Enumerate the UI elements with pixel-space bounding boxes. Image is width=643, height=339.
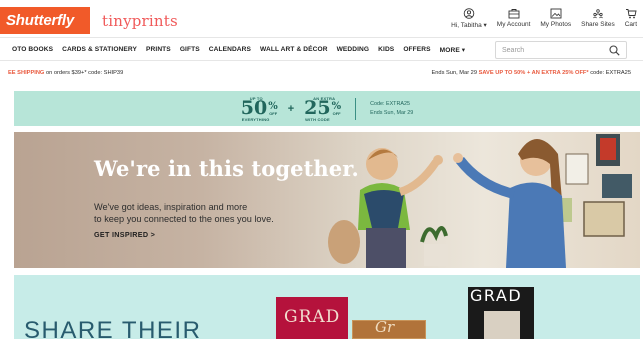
sale-code: code: EXTRA25	[588, 70, 631, 76]
nav-offers[interactable]: OFFERS	[403, 46, 430, 54]
offer-percent-50: 50	[240, 97, 268, 119]
free-shipping-label: EE SHIPPING	[8, 70, 45, 76]
nav-kids[interactable]: KIDS	[378, 46, 394, 54]
search-icon[interactable]	[609, 44, 620, 56]
offer-everything: UP TO 50 % OFF EVERYTHING	[240, 96, 278, 122]
shutterfly-logo[interactable]: Shutterfly	[0, 7, 90, 34]
nav-gifts[interactable]: GIFTS	[180, 46, 200, 54]
briefcase-icon	[508, 9, 520, 19]
cart-link[interactable]: Cart	[625, 8, 637, 29]
nav-photo-books[interactable]: OTO BOOKS	[12, 46, 53, 54]
hero-description: We've got ideas, inspiration and more to…	[94, 202, 354, 226]
top-header: Shutterfly tinyprints Hi, Tabitha ▾ My A…	[0, 0, 643, 38]
photo-icon	[550, 8, 562, 19]
grad-announcement-product[interactable]: GRAD	[468, 286, 534, 339]
offer-percent-25: 25	[304, 97, 331, 119]
offer-pct-sign-2: %	[331, 100, 342, 112]
sale-promo[interactable]: Ends Sun, Mar 29 SAVE UP TO 50% + AN EXT…	[431, 70, 631, 76]
offer-code-line: Code: EXTRA25	[370, 101, 410, 108]
my-account-label: My Account	[496, 21, 531, 28]
search-input[interactable]: Search	[495, 41, 627, 59]
nav-calendars[interactable]: CALENDARS	[209, 46, 251, 54]
free-shipping-promo[interactable]: EE SHIPPING on orders $39+* code: SHIP39	[8, 70, 123, 76]
grad-banner-headline: SHARE THEIR	[24, 317, 202, 339]
grad-card-product[interactable]: Gr	[352, 318, 426, 339]
main-nav: OTO BOOKS CARDS & STATIONERY PRINTS GIFT…	[0, 39, 643, 61]
hero-photo-illustration	[328, 134, 632, 268]
grad-announcement-title: GRAD	[470, 286, 523, 305]
account-greeting[interactable]: Hi, Tabitha ▾	[451, 8, 487, 29]
offer-divider	[355, 97, 357, 120]
hero-title: We're in this together.	[94, 156, 359, 181]
cart-label: Cart	[624, 21, 637, 28]
offer-extra: AN EXTRA 25 % OFF WITH CODE	[304, 96, 342, 122]
free-shipping-details: on orders $39+* code: SHIP39	[44, 70, 124, 76]
nav-wedding[interactable]: WEDDING	[337, 46, 370, 54]
offer-everything-label: EVERYTHING	[241, 117, 270, 122]
offer-code-info: Code: EXTRA25 Ends Sun, Mar 29	[370, 100, 413, 116]
offer-up-to-label: UP TO	[249, 96, 263, 101]
grad-banner[interactable]: SHARE THEIR GRAD Gr GRAD	[14, 275, 640, 339]
grad-photo-book-product[interactable]: GRAD	[276, 297, 348, 339]
nav-wall-art-decor[interactable]: WALL ART & DÉCOR	[260, 46, 328, 54]
my-photos-label: My Photos	[540, 21, 572, 28]
share-sites-link[interactable]: Share Sites	[581, 8, 615, 29]
offer-banner[interactable]: UP TO 50 % OFF EVERYTHING + AN EXTRA 25 …	[14, 91, 640, 126]
hero-description-line-2: to keep you connected to the ones you lo…	[94, 213, 274, 224]
nav-prints[interactable]: PRINTS	[146, 46, 171, 54]
offer-ends-line: Ends Sun, Mar 29	[370, 109, 414, 116]
offer-extra-label: AN EXTRA	[313, 96, 336, 101]
offer-off-label-2: OFF	[332, 110, 341, 116]
grad-book-title: GRAD	[284, 307, 341, 327]
offer-pct-sign: %	[268, 100, 278, 112]
share-sites-icon	[593, 9, 603, 19]
utility-nav: Hi, Tabitha ▾ My Account My Photos Share…	[451, 8, 637, 29]
hero-banner[interactable]: We're in this together. We've got ideas,…	[14, 132, 640, 268]
hero-description-line-1: We've got ideas, inspiration and more	[94, 202, 248, 212]
grad-card-title: Gr	[375, 318, 395, 336]
share-sites-label: Share Sites	[581, 21, 615, 28]
promo-strip: EE SHIPPING on orders $39+* code: SHIP39…	[0, 62, 643, 84]
offer-plus: +	[287, 102, 295, 115]
nav-menu: OTO BOOKS CARDS & STATIONERY PRINTS GIFT…	[0, 46, 465, 54]
get-inspired-link[interactable]: GET INSPIRED >	[94, 230, 155, 239]
offer-off-label: OFF	[269, 110, 278, 116]
search-placeholder: Search	[502, 46, 525, 54]
my-account-link[interactable]: My Account	[496, 8, 531, 29]
user-icon	[463, 8, 475, 19]
tinyprints-logo[interactable]: tinyprints	[92, 7, 188, 34]
offer-with-code-label: WITH CODE	[305, 117, 330, 122]
sale-headline: SAVE UP TO 50% + AN EXTRA 25% OFF*	[478, 70, 589, 76]
grad-portrait-image	[484, 311, 520, 339]
nav-more-dropdown[interactable]: MORE ▾	[440, 46, 466, 54]
my-photos-link[interactable]: My Photos	[540, 8, 571, 29]
sale-end-date: Ends Sun, Mar 29	[431, 70, 479, 76]
greeting-label: Hi, Tabitha ▾	[451, 22, 487, 29]
nav-cards-stationery[interactable]: CARDS & STATIONERY	[62, 46, 137, 54]
cart-icon	[625, 9, 637, 19]
